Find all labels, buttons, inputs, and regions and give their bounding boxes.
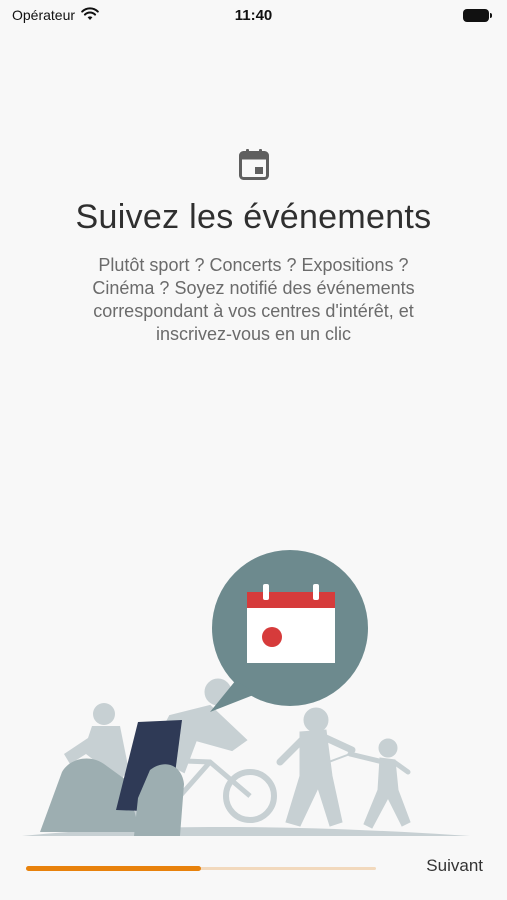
- events-illustration: [22, 550, 470, 836]
- description-line: Cinéma ? Soyez notifié des événements: [92, 278, 415, 298]
- description-line: inscrivez-vous en un clic: [155, 324, 352, 344]
- status-bar: Opérateur 11:40: [0, 0, 507, 30]
- calendar-illustration: [247, 584, 335, 663]
- progress-fill: [26, 866, 201, 871]
- status-left: Opérateur: [12, 6, 99, 24]
- fencer-silhouette: [276, 707, 356, 827]
- page-title: Suivez les événements: [75, 198, 432, 236]
- onboarding-screen: Opérateur 11:40 Suivez les événements Pl…: [0, 0, 507, 900]
- carrier-label: Opérateur: [12, 7, 76, 23]
- next-button[interactable]: Suivant: [426, 856, 483, 876]
- calendar-icon: [238, 148, 269, 185]
- description-line: correspondant à vos centres d'intérêt, e…: [93, 301, 414, 321]
- battery-icon: [463, 8, 492, 22]
- status-time: 11:40: [234, 6, 273, 24]
- description-line: Plutôt sport ? Concerts ? Expositions ?: [98, 255, 409, 275]
- description: Plutôt sport ? Concerts ? Expositions ? …: [50, 254, 457, 346]
- wifi-icon: [81, 6, 99, 24]
- onboarding-progress: [26, 866, 376, 871]
